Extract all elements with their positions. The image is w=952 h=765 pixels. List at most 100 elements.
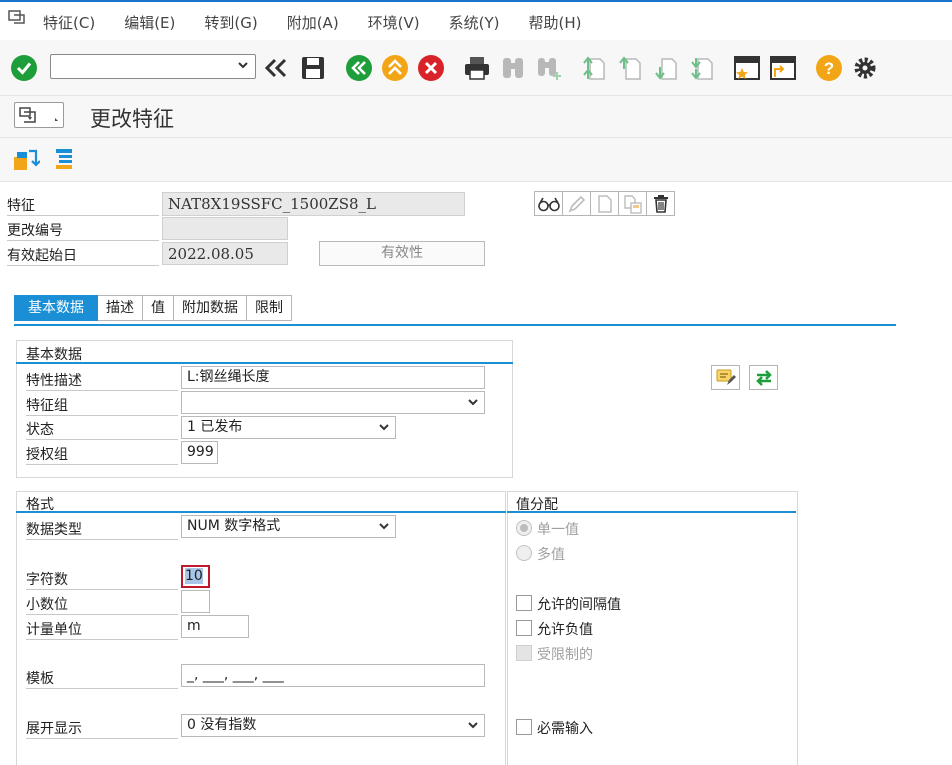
description-input[interactable]: L:钢丝绳长度 [181,366,485,389]
exponent-value: 0 没有指数 [187,717,257,733]
chevron-down-icon[interactable] [378,520,390,532]
single-value-label: 单一值 [537,522,579,538]
tab-strip: 基本数据 描述 值 附加数据 限制 [14,295,292,321]
restricted-checkbox[interactable] [516,645,532,661]
num-chars-value: 10 [185,568,203,584]
value-assignment-line [507,511,796,513]
status-select[interactable]: 1 已发布 [181,416,396,439]
settings-icon[interactable] [851,54,879,82]
first-page-icon[interactable] [581,54,609,82]
system-menu-icon[interactable] [8,10,26,24]
auth-group-input[interactable]: 999 [181,441,218,464]
trash-icon[interactable] [646,191,675,216]
required-entry-checkbox[interactable] [516,719,532,735]
chars-group-select[interactable] [181,391,485,414]
edit-text-icon [716,369,736,385]
template-input[interactable]: _, ___, ___, ___ [181,664,485,687]
title-bar: 更改特征 [0,96,952,138]
single-value-radio[interactable] [516,520,532,536]
data-type-select[interactable]: NUM 数字格式 [181,515,396,538]
required-entry-label: 必需输入 [537,721,593,737]
tab-restrictions[interactable]: 限制 [247,295,292,321]
unit-label: 计量单位 [26,619,178,640]
multiple-values-label: 多值 [537,547,565,563]
decimals-label: 小数位 [26,594,178,615]
valid-from-label: 有效起始日 [7,245,159,266]
last-page-icon[interactable] [689,54,717,82]
menu-characteristic[interactable]: 特征(C) [43,12,95,33]
decimals-input[interactable] [181,590,210,613]
multiple-values-radio[interactable] [516,545,532,561]
chevron-down-icon[interactable] [467,396,479,408]
chars-group-label: 特征组 [26,395,178,416]
exit-icon[interactable] [381,54,409,82]
structure-icon[interactable] [50,146,78,172]
collapse-icon[interactable] [262,54,290,82]
format-group-line [16,511,506,513]
pencil-icon[interactable] [562,191,591,216]
change-number-label: 更改编号 [7,220,159,241]
maintain-text-button[interactable] [711,365,740,390]
menu-extras[interactable]: 附加(A) [287,12,339,33]
save-icon[interactable] [299,54,327,82]
num-chars-input[interactable]: 10 [181,565,210,588]
previous-page-icon[interactable] [617,54,645,82]
enter-icon[interactable] [10,54,38,82]
tab-values[interactable]: 值 [143,295,174,321]
basic-data-group-title: 基本数据 [26,347,82,363]
menu-environment[interactable]: 环境(V) [368,12,420,33]
shortcut-icon[interactable] [769,54,797,82]
display-glasses-icon[interactable] [534,191,563,216]
interval-values-checkbox[interactable] [516,595,532,611]
negative-values-checkbox[interactable] [516,620,532,636]
next-page-icon[interactable] [653,54,681,82]
create-session-icon[interactable] [733,54,761,82]
cancel-icon[interactable] [417,54,445,82]
switch-arrows-icon [755,369,772,386]
valid-from-field[interactable]: 2022.08.05 [162,242,288,265]
template-label: 模板 [26,668,178,689]
exponent-label: 展开显示 [26,718,178,739]
num-chars-label: 字符数 [26,569,178,590]
command-input[interactable] [51,55,231,78]
characteristic-field[interactable]: NAT8X19SSFC_1500ZS8_L [162,192,465,216]
data-type-label: 数据类型 [26,519,178,540]
status-value: 1 已发布 [187,419,243,435]
basic-data-group-line [16,362,513,364]
restricted-label: 受限制的 [537,647,593,663]
command-field[interactable] [50,54,256,79]
tab-basic-data[interactable]: 基本数据 [14,295,98,321]
chevron-down-icon[interactable] [378,421,390,433]
auth-group-label: 授权组 [26,444,178,465]
chevron-down-icon[interactable] [467,719,479,731]
new-document-icon[interactable] [590,191,619,216]
menu-help[interactable]: 帮助(H) [529,12,582,33]
menu-system[interactable]: 系统(Y) [449,12,500,33]
data-type-value: NUM 数字格式 [187,518,281,534]
unit-input[interactable]: m [181,615,249,638]
menu-edit[interactable]: 编辑(E) [124,12,175,33]
back-icon[interactable] [345,54,373,82]
find-icon[interactable] [499,54,527,82]
other-characteristic-icon[interactable] [12,146,41,172]
application-toolbar [0,138,952,182]
help-icon[interactable]: ? [815,54,843,82]
tab-addnl-data[interactable]: 附加数据 [174,295,247,321]
page-title: 更改特征 [90,107,174,131]
characteristic-label: 特征 [7,195,159,216]
chevron-down-icon[interactable] [237,59,249,71]
svg-text:?: ? [824,59,834,78]
validity-button[interactable]: 有效性 [319,241,485,266]
header-icon-group [534,191,675,216]
switch-button[interactable] [749,365,778,390]
interval-values-label: 允许的间隔值 [537,597,621,613]
description-label: 特性描述 [26,370,178,391]
tab-description[interactable]: 描述 [98,295,143,321]
find-next-icon[interactable] [535,54,563,82]
print-icon[interactable] [463,54,491,82]
change-number-field[interactable] [162,217,288,240]
copy-icon[interactable] [618,191,647,216]
exponent-select[interactable]: 0 没有指数 [181,714,485,737]
menu-goto[interactable]: 转到(G) [204,12,257,33]
menu-dropdown-button[interactable] [14,102,64,128]
